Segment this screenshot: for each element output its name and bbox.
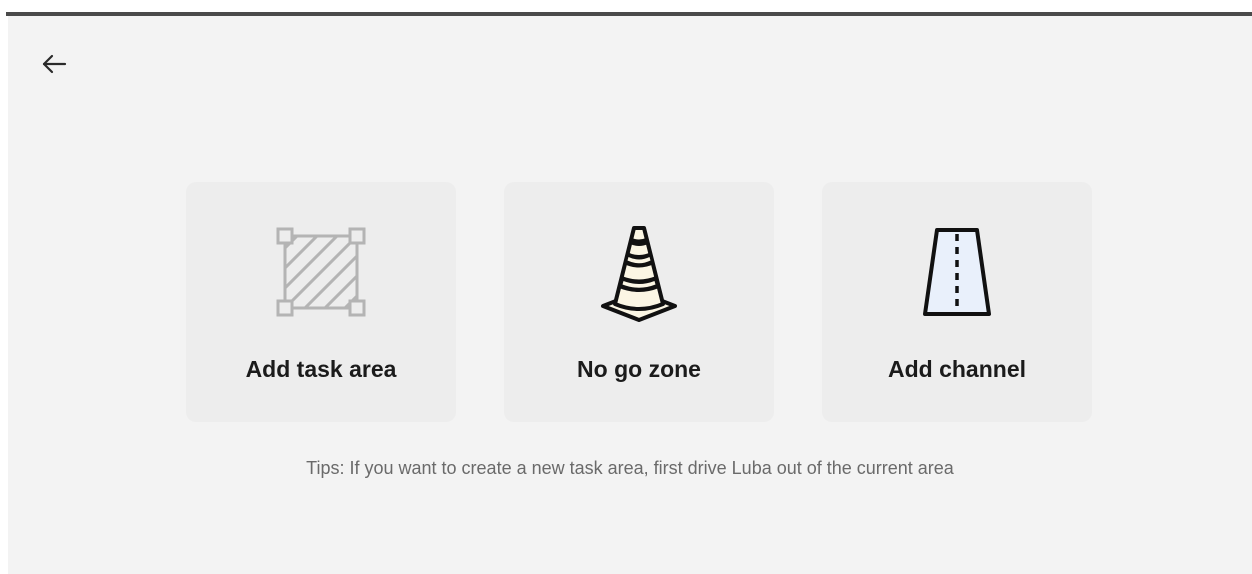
add-area-screen: Add task area No go zone Add channel Tip…	[8, 16, 1252, 574]
tips-text: Tips: If you want to create a new task a…	[306, 458, 954, 478]
task-area-icon	[271, 222, 371, 322]
no-go-zone-card[interactable]: No go zone	[504, 182, 774, 422]
add-channel-card[interactable]: Add channel	[822, 182, 1092, 422]
add-task-area-card[interactable]: Add task area	[186, 182, 456, 422]
arrow-left-icon	[42, 54, 67, 74]
add-channel-label: Add channel	[887, 356, 1026, 382]
add-task-area-label: Add task area	[245, 356, 397, 382]
back-button[interactable]	[38, 48, 70, 80]
top-divider-bar	[6, 0, 1252, 16]
channel-road-icon	[907, 222, 1007, 322]
no-go-zone-label: No go zone	[577, 356, 701, 382]
traffic-cone-icon	[589, 222, 689, 322]
